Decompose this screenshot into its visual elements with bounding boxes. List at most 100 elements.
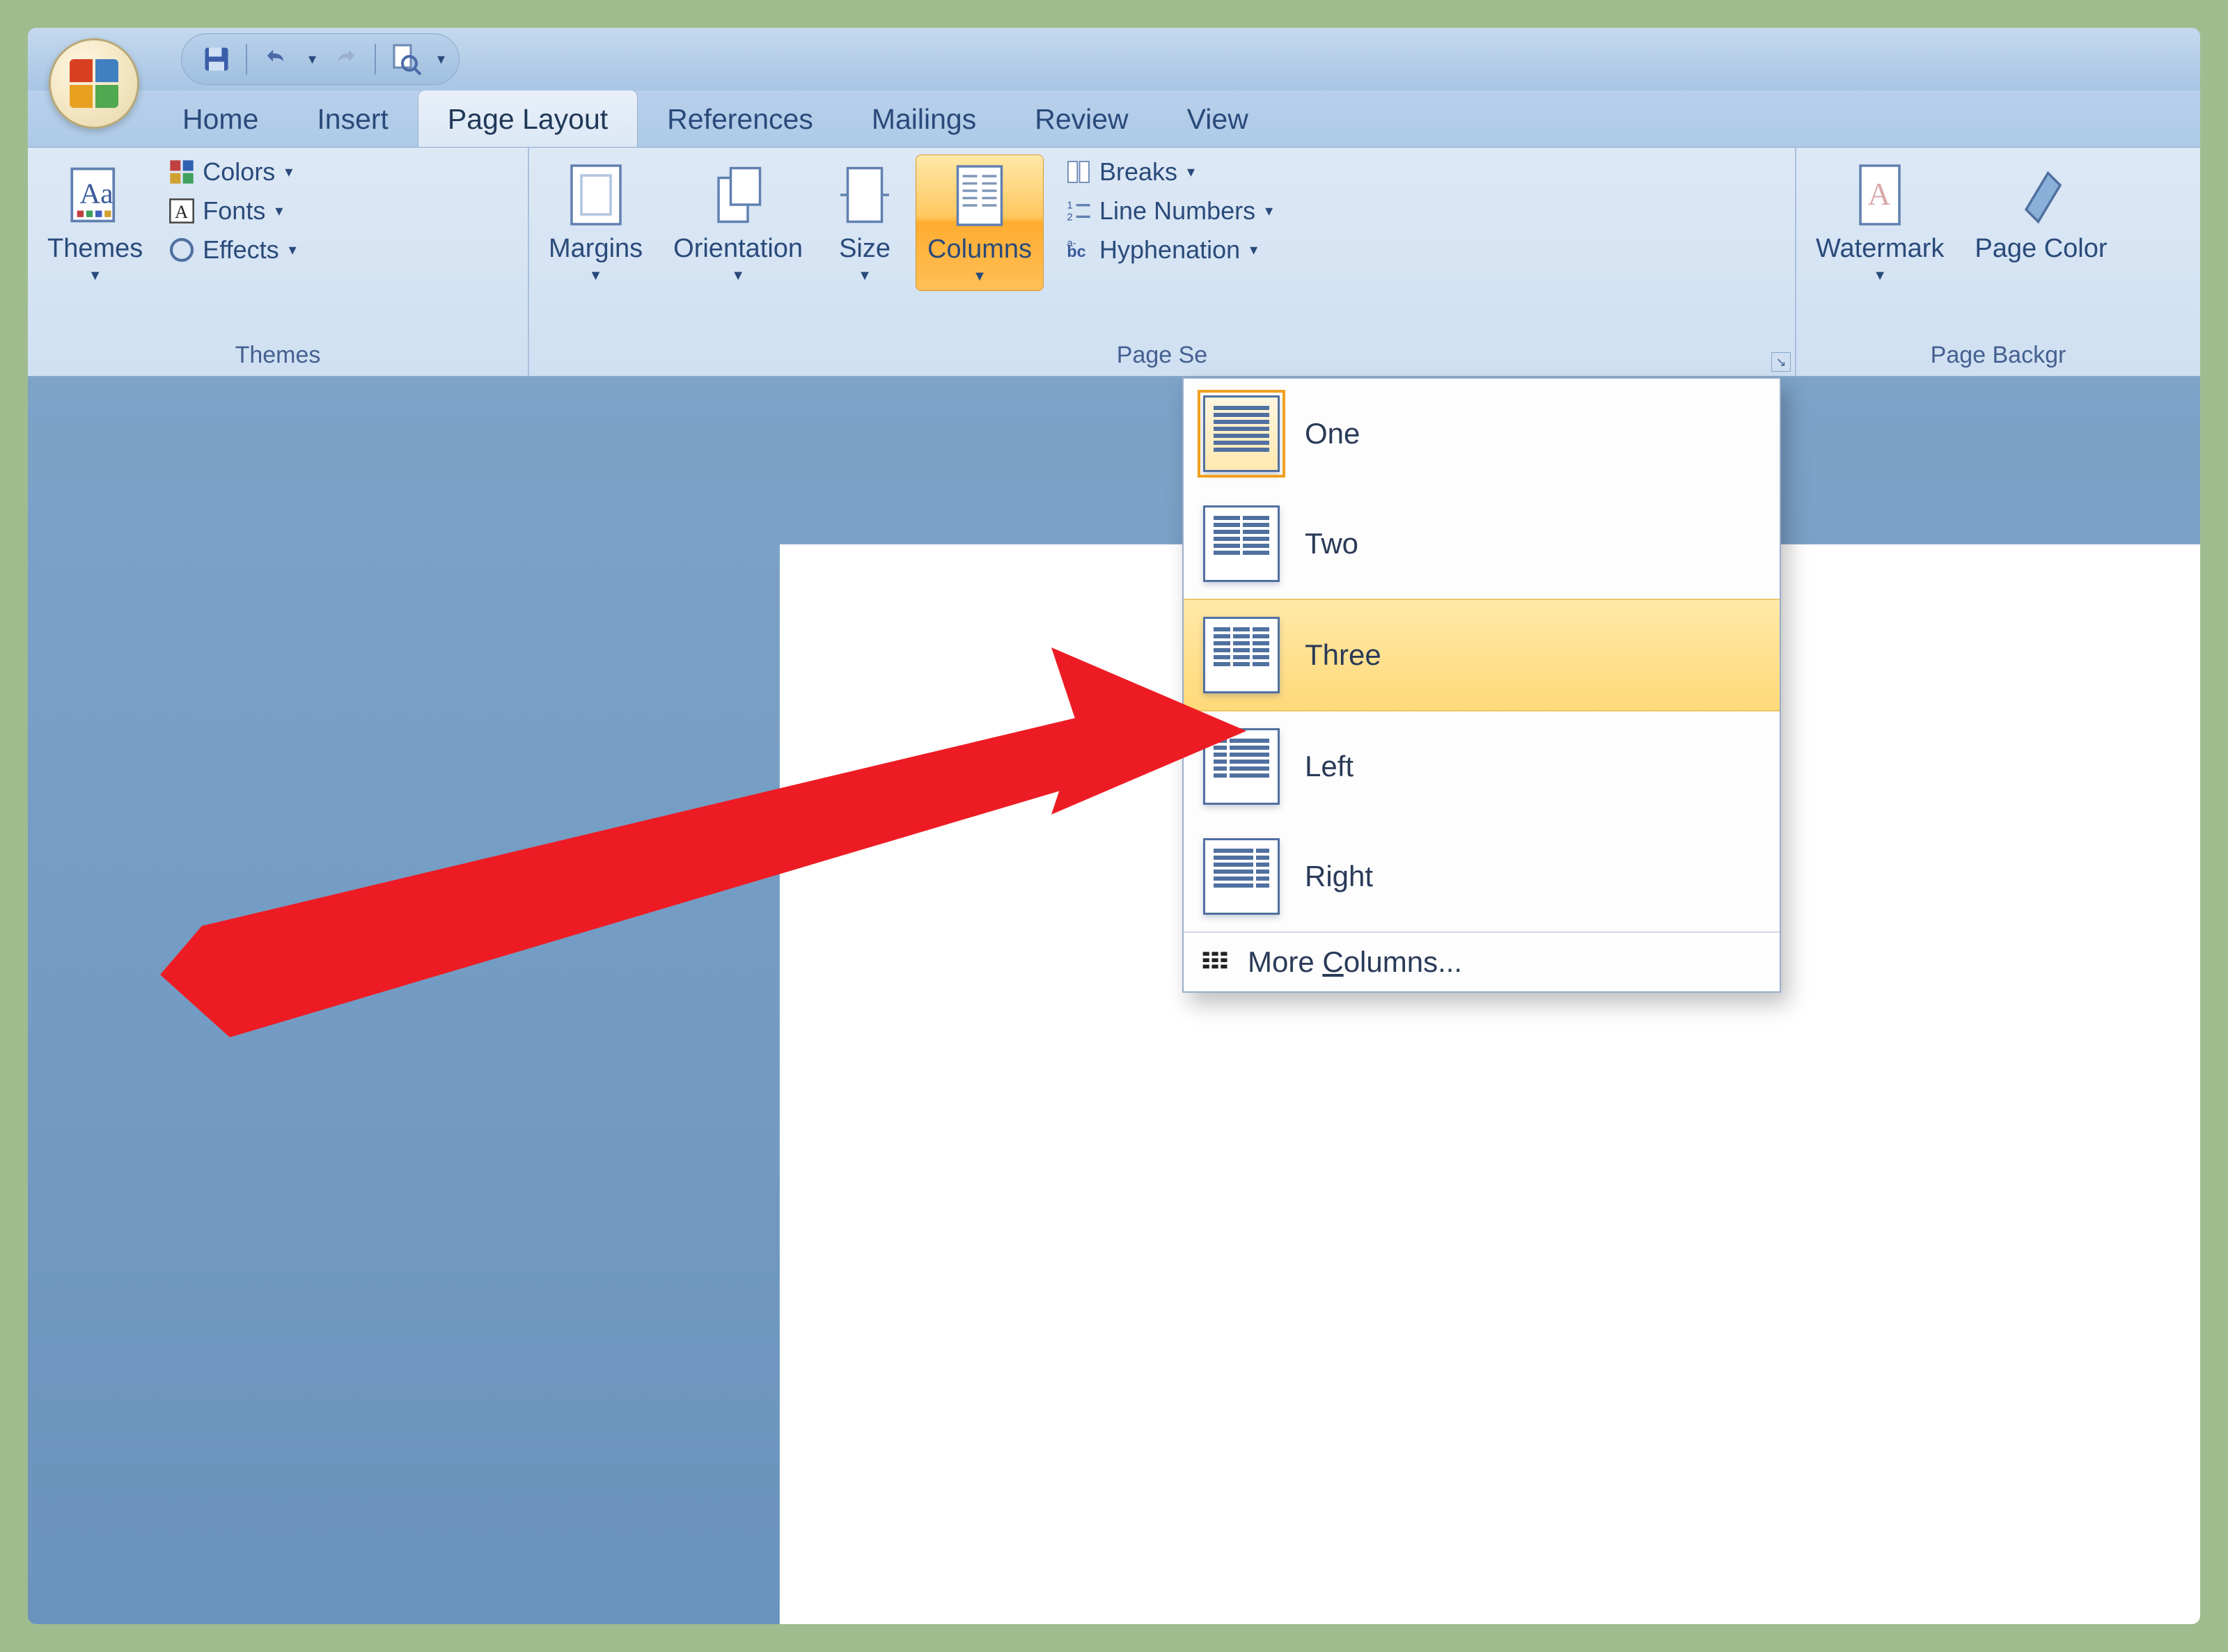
columns-icon <box>948 161 1011 230</box>
line-numbers-button[interactable]: 12 Line Numbers ▾ <box>1059 194 1278 228</box>
group-page-setup-label: Page Se <box>538 338 1787 373</box>
group-page-background: A Watermark ▼ Page Color Page Backgr <box>1796 148 2200 376</box>
columns-option-three[interactable]: Three <box>1184 599 1780 711</box>
chevron-down-icon: ▼ <box>973 269 987 285</box>
tab-page-layout[interactable]: Page Layout <box>418 90 638 147</box>
line-numbers-label: Line Numbers <box>1099 196 1255 226</box>
fonts-button[interactable]: A Fonts ▾ <box>162 194 301 228</box>
page-setup-dialog-launcher[interactable]: ↘ <box>1771 352 1791 372</box>
group-themes-label: Themes <box>36 338 519 373</box>
watermark-icon: A <box>1849 160 1911 230</box>
columns-two-label: Two <box>1305 527 1358 560</box>
quick-access-toolbar: ▾ ▾ <box>181 33 460 85</box>
office-button[interactable] <box>49 38 139 129</box>
columns-option-right[interactable]: Right <box>1184 821 1780 931</box>
svg-text:Aa: Aa <box>79 177 113 209</box>
chevron-down-icon: ▼ <box>88 268 102 284</box>
hyphenation-button[interactable]: bca- Hyphenation ▾ <box>1059 233 1278 267</box>
chevron-down-icon: ▼ <box>731 268 745 284</box>
columns-more-option[interactable]: More Columns... <box>1184 931 1780 991</box>
columns-label: Columns <box>927 235 1032 265</box>
svg-text:1: 1 <box>1067 200 1072 212</box>
ribbon-tabs: Home Insert Page Layout References Maili… <box>28 91 2200 148</box>
columns-option-two[interactable]: Two <box>1184 489 1780 599</box>
colors-icon <box>168 158 196 186</box>
columns-three-label: Three <box>1305 638 1381 672</box>
hyphenation-label: Hyphenation <box>1099 235 1240 265</box>
themes-button[interactable]: Aa Themes ▼ <box>36 155 154 290</box>
svg-text:a-: a- <box>1067 237 1076 249</box>
page-color-label: Page Color <box>1975 234 2107 264</box>
themes-icon: Aa <box>64 160 127 230</box>
undo-dropdown-icon[interactable]: ▾ <box>308 50 316 68</box>
group-page-setup: Margins ▼ Orientation ▼ Size ▼ <box>529 148 1796 376</box>
columns-option-one[interactable]: One <box>1184 379 1780 489</box>
save-button[interactable] <box>196 40 237 79</box>
print-preview-button[interactable] <box>384 40 426 79</box>
page-color-button[interactable]: Page Color <box>1963 155 2118 269</box>
chevron-down-icon: ▾ <box>275 202 283 220</box>
columns-two-icon <box>1203 505 1280 582</box>
margins-label: Margins <box>549 234 643 264</box>
undo-button[interactable] <box>256 40 297 79</box>
chevron-down-icon: ▾ <box>1265 202 1273 220</box>
colors-label: Colors <box>203 157 275 187</box>
size-button[interactable]: Size ▼ <box>822 155 907 290</box>
effects-icon <box>168 236 196 264</box>
themes-label: Themes <box>47 234 143 264</box>
ribbon: Aa Themes ▼ Colors ▾ A Fonts ▾ <box>28 148 2200 377</box>
svg-text:A: A <box>175 201 189 222</box>
columns-right-label: Right <box>1305 860 1373 893</box>
columns-button[interactable]: Columns ▼ <box>916 155 1044 291</box>
tab-view[interactable]: View <box>1158 91 1278 147</box>
columns-left-label: Left <box>1305 750 1354 783</box>
margins-button[interactable]: Margins ▼ <box>538 155 654 290</box>
document-workspace <box>28 377 2200 1624</box>
svg-text:2: 2 <box>1067 211 1072 223</box>
columns-right-icon <box>1203 838 1280 915</box>
undo-icon <box>262 45 290 73</box>
orientation-label: Orientation <box>673 234 803 264</box>
columns-three-icon <box>1203 617 1280 693</box>
qat-customize-icon[interactable]: ▾ <box>437 50 445 68</box>
orientation-button[interactable]: Orientation ▼ <box>662 155 814 290</box>
tab-insert[interactable]: Insert <box>288 91 418 147</box>
tab-references[interactable]: References <box>638 91 842 147</box>
columns-option-left[interactable]: Left <box>1184 711 1780 821</box>
orientation-icon <box>707 160 769 230</box>
chevron-down-icon: ▾ <box>289 241 297 259</box>
columns-left-icon <box>1203 728 1280 805</box>
columns-one-icon <box>1203 395 1280 472</box>
chevron-down-icon: ▼ <box>589 268 603 284</box>
qat-separator <box>246 44 247 74</box>
more-columns-icon <box>1200 947 1231 977</box>
breaks-icon <box>1065 158 1092 186</box>
columns-one-label: One <box>1305 417 1360 450</box>
save-icon <box>201 44 232 74</box>
tab-mailings[interactable]: Mailings <box>842 91 1005 147</box>
chevron-down-icon: ▼ <box>858 268 872 284</box>
columns-dropdown: One Two Three Left Right <box>1182 377 1781 993</box>
page-magnifier-icon <box>389 42 422 76</box>
page-color-icon <box>2009 160 2072 230</box>
group-page-background-label: Page Backgr <box>1805 338 2192 373</box>
effects-button[interactable]: Effects ▾ <box>162 233 301 267</box>
colors-button[interactable]: Colors ▾ <box>162 155 301 189</box>
watermark-label: Watermark <box>1816 234 1944 264</box>
redo-icon <box>331 45 359 73</box>
chevron-down-icon: ▾ <box>285 163 292 181</box>
more-columns-label: More Columns... <box>1248 945 1462 979</box>
watermark-button[interactable]: A Watermark ▼ <box>1805 155 1955 290</box>
svg-text:A: A <box>1868 176 1891 212</box>
redo-button[interactable] <box>324 40 366 79</box>
chevron-down-icon: ▼ <box>1873 268 1887 284</box>
tab-review[interactable]: Review <box>1005 91 1157 147</box>
chevron-down-icon: ▾ <box>1187 163 1195 181</box>
breaks-button[interactable]: Breaks ▾ <box>1059 155 1278 189</box>
tab-home[interactable]: Home <box>153 91 288 147</box>
effects-label: Effects <box>203 235 278 265</box>
size-icon <box>833 160 896 230</box>
breaks-label: Breaks <box>1099 157 1177 187</box>
margins-icon <box>565 160 627 230</box>
fonts-icon: A <box>168 197 196 225</box>
